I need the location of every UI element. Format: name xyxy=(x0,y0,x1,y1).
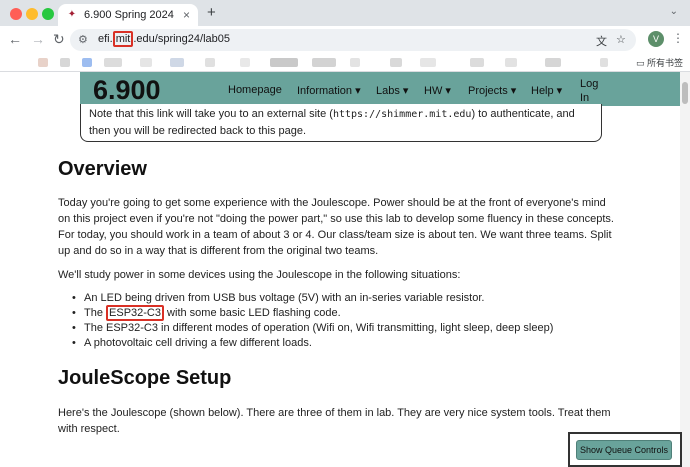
all-bookmarks-button[interactable]: ▭ 所有书签 xyxy=(636,56,683,69)
url-highlight-mit: mit xyxy=(112,31,134,47)
all-bookmarks-label: 所有书签 xyxy=(647,58,684,68)
setup-paragraph: Here's the Joulescope (shown below). The… xyxy=(58,407,611,435)
bookmark-item[interactable] xyxy=(312,58,336,67)
browser-toolbar: ← → ↻ ⚙ efi. mit .edu/spring24/lab05 文 ☆ V… xyxy=(0,26,690,54)
situations-intro: We'll study power in some devices using … xyxy=(58,269,461,281)
situations-list: An LED being driven from USB bus voltage… xyxy=(72,291,612,351)
bookmark-item[interactable] xyxy=(600,58,608,67)
auth-note: Note that this link will take you to an … xyxy=(80,104,602,142)
heading-overview: Overview xyxy=(58,158,147,180)
back-button[interactable]: ← xyxy=(8,31,22,47)
nav-information[interactable]: Information ▾ xyxy=(297,84,361,97)
tab-close-icon[interactable]: × xyxy=(183,8,190,22)
nav-login[interactable]: Log In xyxy=(580,77,606,105)
address-bar[interactable]: ⚙ efi. mit .edu/spring24/lab05 文 ☆ xyxy=(70,29,636,51)
bookmark-item[interactable] xyxy=(420,58,436,67)
bookmark-item[interactable] xyxy=(38,58,48,67)
bookmark-item[interactable] xyxy=(390,58,402,67)
url-text[interactable]: efi. mit .edu/spring24/lab05 xyxy=(98,31,230,47)
tab-search-icon[interactable]: ⌄ xyxy=(670,6,678,17)
nav-help[interactable]: Help ▾ xyxy=(531,84,562,97)
bookmark-item[interactable] xyxy=(545,58,561,67)
bookmark-item[interactable] xyxy=(140,58,152,67)
tab-title: 6.900 Spring 2024 xyxy=(84,9,174,21)
url-suffix: .edu/spring24/lab05 xyxy=(133,33,230,45)
site-navbar: 6.900 Homepage Information ▾ Labs ▾ HW ▾… xyxy=(80,72,680,106)
scrollbar-thumb[interactable] xyxy=(682,82,688,104)
nav-labs[interactable]: Labs ▾ xyxy=(376,84,408,97)
nav-hw[interactable]: HW ▾ xyxy=(424,84,451,97)
nav-projects[interactable]: Projects ▾ xyxy=(468,84,516,97)
bookmark-item[interactable] xyxy=(505,58,517,67)
bookmark-item[interactable] xyxy=(205,58,215,67)
list-item: The ESP32-C3 with some basic LED flashin… xyxy=(72,305,612,321)
list-item: An LED being driven from USB bus voltage… xyxy=(72,291,612,306)
show-queue-controls-button[interactable]: Show Queue Controls xyxy=(576,440,672,460)
browser-menu-icon[interactable]: ⋮ xyxy=(672,31,684,45)
zoom-window-button[interactable] xyxy=(42,8,54,20)
url-prefix: efi. xyxy=(98,33,113,45)
bookmarks-bar: ▭ 所有书签 xyxy=(0,54,690,72)
bookmark-star-icon[interactable]: ☆ xyxy=(616,33,626,46)
esp32-highlight: ESP32-C3 xyxy=(106,305,164,321)
bookmark-item[interactable] xyxy=(470,58,484,67)
tab-strip: ✦ 6.900 Spring 2024 × + ⌄ xyxy=(0,0,690,26)
note-text-pre: Note that this link will take you to an … xyxy=(89,108,333,120)
bookmark-item[interactable] xyxy=(240,58,250,67)
minimize-window-button[interactable] xyxy=(26,8,38,20)
note-code-url: https://shimmer.mit.edu xyxy=(332,109,472,120)
heading-joulescope-setup: JouleScope Setup xyxy=(58,367,232,389)
page-viewport: 6.900 Homepage Information ▾ Labs ▾ HW ▾… xyxy=(0,72,690,467)
close-window-button[interactable] xyxy=(10,8,22,20)
overview-paragraph: Today you're going to get some experienc… xyxy=(58,197,614,257)
bookmark-item[interactable] xyxy=(350,58,360,67)
folder-icon: ▭ xyxy=(636,58,648,68)
reload-button[interactable]: ↻ xyxy=(53,31,65,47)
bookmark-item[interactable] xyxy=(270,58,298,67)
profile-avatar[interactable]: V xyxy=(648,31,664,47)
list-item-text: with some basic LED flashing code. xyxy=(164,307,341,319)
scrollbar-track[interactable] xyxy=(680,72,690,467)
new-tab-button[interactable]: + xyxy=(207,4,216,21)
site-favicon-icon: ✦ xyxy=(67,9,77,20)
list-item-text: The xyxy=(84,307,107,319)
bookmark-item[interactable] xyxy=(170,58,184,67)
list-item: A photovoltaic cell driving a few differ… xyxy=(72,336,612,351)
bookmark-item[interactable] xyxy=(82,58,92,67)
nav-homepage[interactable]: Homepage xyxy=(228,84,282,96)
bookmark-item[interactable] xyxy=(60,58,70,67)
site-info-icon[interactable]: ⚙ xyxy=(78,33,88,46)
bookmark-item[interactable] xyxy=(104,58,122,67)
browser-tab-active[interactable]: ✦ 6.900 Spring 2024 × xyxy=(58,4,198,26)
translate-icon[interactable]: 文 xyxy=(596,33,607,49)
list-item: The ESP32-C3 in different modes of opera… xyxy=(72,321,612,336)
site-brand[interactable]: 6.900 xyxy=(93,75,161,106)
forward-button[interactable]: → xyxy=(31,31,45,47)
